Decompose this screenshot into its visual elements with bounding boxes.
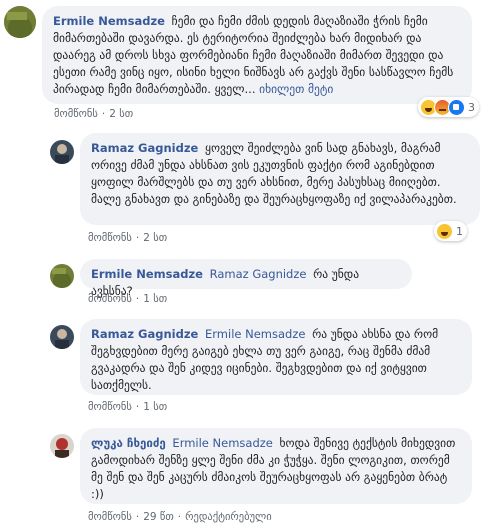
avatar[interactable] (50, 264, 74, 288)
reactions-summary[interactable]: 3 (418, 97, 479, 117)
comment-bubble: Ramaz Gagnidze ყოველ შეიძლება ვინ სად გნ… (80, 133, 480, 225)
comment-bubble: ლუკა ჩხეიძე Ermile Nemsadze ხოდა შენივე … (80, 428, 472, 504)
like-button[interactable]: მომწონს (54, 108, 98, 120)
comment-time[interactable]: 2 სთ (143, 232, 167, 244)
comment-time[interactable]: 29 წთ (143, 511, 174, 523)
edited-label[interactable]: რედაქტირებული (185, 511, 272, 523)
comment-time[interactable]: 1 სთ (143, 401, 167, 413)
reactions-count: 3 (468, 100, 475, 114)
avatar[interactable] (50, 325, 74, 349)
avatar-image (50, 264, 74, 288)
comment-author[interactable]: Ermile Nemsadze (91, 267, 203, 281)
comment-time[interactable]: 1 სთ (143, 293, 167, 305)
comment-actions: მომწონს · 29 წთ · რედაქტირებული (88, 511, 272, 523)
like-button[interactable]: მომწონს (88, 401, 132, 413)
like-reaction-icon (448, 98, 465, 116)
comment-author[interactable]: Ramaz Gagnidze (91, 327, 198, 341)
comment-bubble: Ramaz Gagnidze Ermile Nemsadze რა უნდა ა… (80, 319, 472, 395)
comment-author[interactable]: ლუკა ჩხეიძე (91, 436, 166, 450)
mention-link[interactable]: Ermile Nemsadze (205, 327, 305, 341)
see-more-link[interactable]: იხილეთ მეტი (259, 82, 333, 96)
avatar[interactable] (50, 140, 74, 164)
comment-author[interactable]: Ermile Nemsadze (53, 14, 165, 28)
avatar-image (4, 6, 36, 38)
avatar-image (50, 140, 74, 164)
comment-author[interactable]: Ramaz Gagnidze (91, 141, 198, 155)
like-button[interactable]: მომწონს (88, 511, 132, 523)
like-button[interactable]: მომწონს (88, 232, 132, 244)
comment-actions: მომწონს · 1 სთ (88, 293, 168, 305)
comment-actions: მომწონს · 1 სთ (88, 401, 168, 413)
comment-actions: მომწონს · 2 სთ (54, 108, 134, 120)
comment-bubble: Ermile Nemsadze ჩემი და ჩემი ძმის დედის … (42, 6, 472, 104)
reactions-count: 1 (456, 224, 463, 238)
avatar[interactable] (4, 6, 36, 38)
like-button[interactable]: მომწონს (88, 293, 132, 305)
mention-link[interactable]: Ermile Nemsadze (172, 436, 272, 450)
avatar-image (50, 434, 74, 458)
avatar[interactable] (50, 434, 74, 458)
reactions-summary[interactable]: 1 (434, 221, 467, 241)
mention-link[interactable]: Ramaz Gagnidze (210, 267, 307, 281)
haha-reaction-icon (436, 222, 453, 240)
comment-actions: მომწონს · 2 სთ (88, 232, 168, 244)
comment-bubble: Ermile Nemsadze Ramaz Gagnidze რა უნდა ა… (80, 259, 412, 298)
avatar-image (50, 325, 74, 349)
comment-time[interactable]: 2 სთ (109, 108, 133, 120)
